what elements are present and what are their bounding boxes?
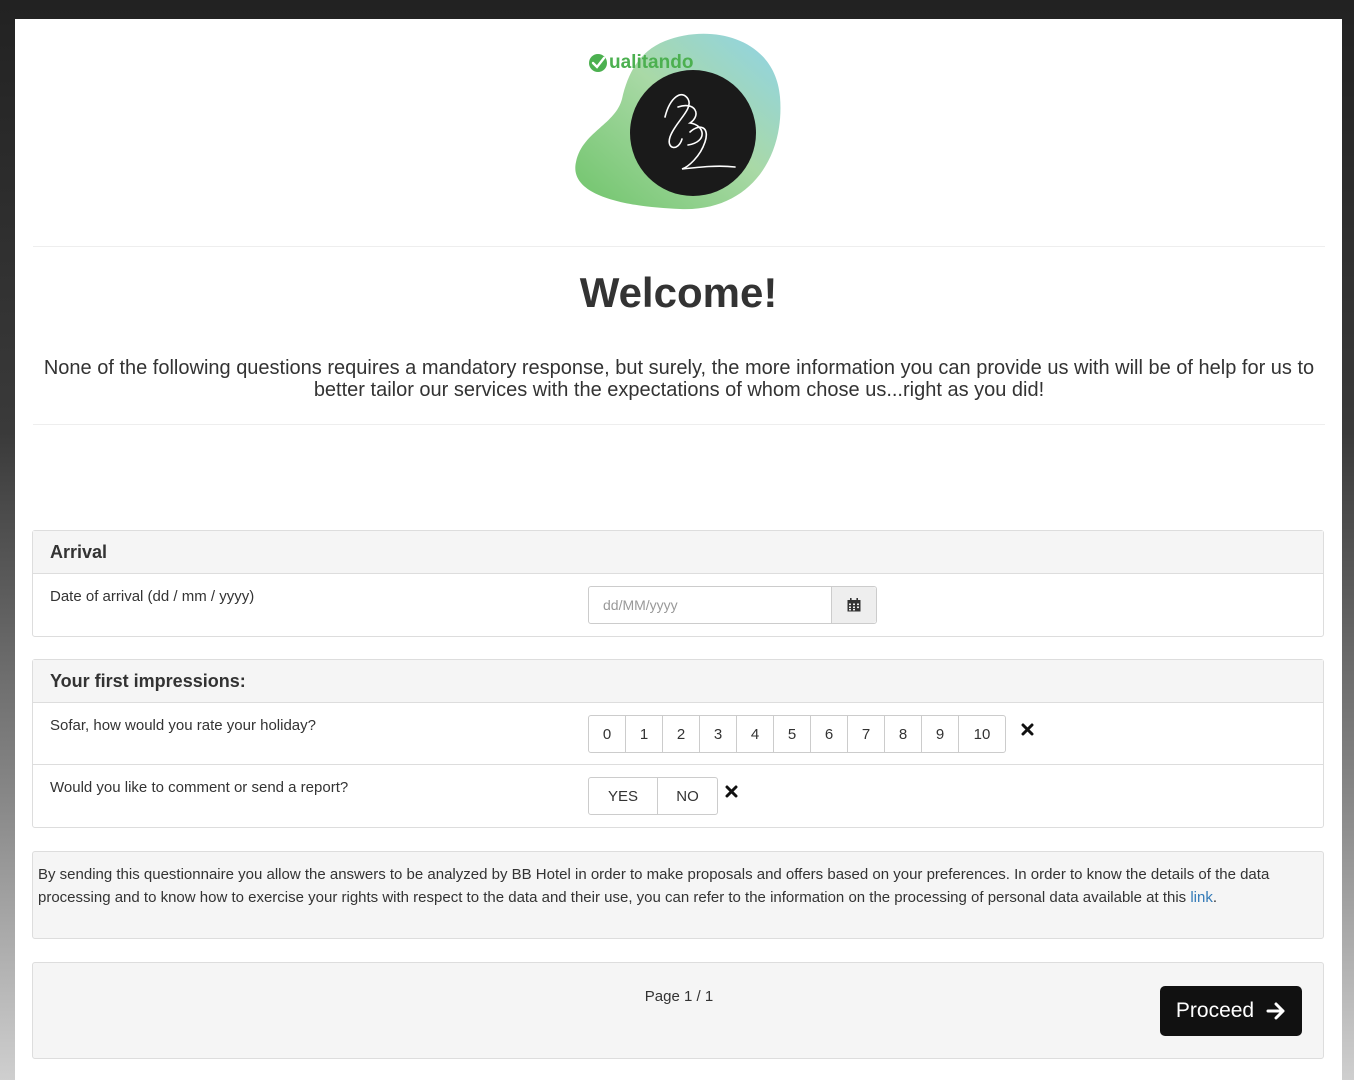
date-picker [588,586,877,624]
calendar-button[interactable] [831,587,876,623]
comment-row: Would you like to comment or send a repo… [33,765,1323,827]
proceed-label: Proceed [1175,999,1255,1022]
date-input[interactable] [589,587,831,623]
rating-option-1[interactable]: 1 [625,715,663,753]
arrival-panel: Arrival Date of arrival (dd / mm / yyyy) [32,530,1324,637]
privacy-tail: . [1212,889,1218,906]
brand-wordmark: ualitando [609,52,694,73]
rating-option-6[interactable]: 6 [810,715,848,753]
rating-row: Sofar, how would you rate your holiday? … [33,703,1323,765]
close-icon [725,785,738,798]
rating-option-0[interactable]: 0 [588,715,626,753]
privacy-text: By sending this questionnaire you allow … [38,866,1270,906]
rating-option-4[interactable]: 4 [736,715,774,753]
comment-options: YES NO [588,777,718,815]
privacy-link[interactable]: link [1190,889,1213,906]
privacy-notice: By sending this questionnaire you allow … [32,851,1324,939]
rating-option-5[interactable]: 5 [773,715,811,753]
rating-option-9[interactable]: 9 [921,715,959,753]
intro-text: None of the following questions requires… [43,357,1315,401]
calendar-icon [847,598,861,612]
divider [33,246,1325,247]
divider [33,424,1325,425]
arrival-heading: Arrival [33,531,1323,574]
close-icon [1021,723,1034,736]
page-title: Welcome! [579,269,778,316]
rating-question: Sofar, how would you rate your holiday? [50,717,316,734]
comment-clear-button[interactable] [725,785,738,803]
no-button[interactable]: NO [657,777,718,815]
rating-option-10[interactable]: 10 [958,715,1006,753]
rating-option-3[interactable]: 3 [699,715,737,753]
rating-clear-button[interactable] [1021,723,1034,741]
survey-footer: Page 1 / 1 Proceed [32,962,1324,1059]
yes-button[interactable]: YES [588,777,658,815]
hotel-logo: ualitando BB [570,27,810,227]
date-row: Date of arrival (dd / mm / yyyy) [33,574,1323,636]
checkmark-icon [589,54,607,72]
page-indicator: Page 1 / 1 [644,988,714,1005]
date-label: Date of arrival (dd / mm / yyyy) [50,588,255,605]
rating-scale: 0 1 2 3 4 5 6 7 8 9 10 [588,715,1006,753]
rating-option-2[interactable]: 2 [662,715,700,753]
survey-page: ualitando BB Welcome! None of the follow… [15,19,1342,1080]
rating-option-8[interactable]: 8 [884,715,922,753]
proceed-button[interactable]: Proceed [1160,986,1302,1036]
comment-question: Would you like to comment or send a repo… [50,779,349,796]
impressions-panel: Your first impressions: Sofar, how would… [32,659,1324,828]
arrow-right-icon [1266,1002,1285,1020]
rating-option-7[interactable]: 7 [847,715,885,753]
impressions-heading: Your first impressions: [33,660,1323,703]
